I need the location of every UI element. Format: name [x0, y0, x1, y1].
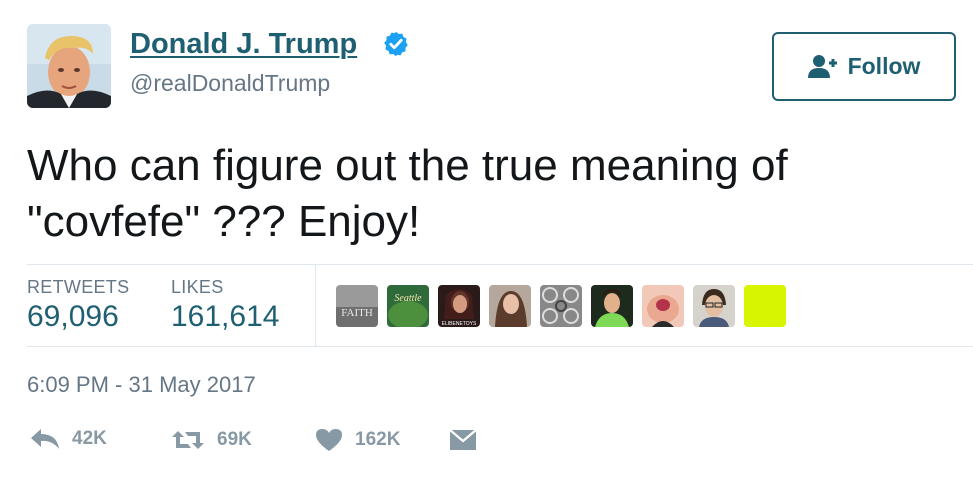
liker-avatar-8[interactable]	[693, 285, 735, 327]
reply-action[interactable]: 42K	[30, 428, 107, 450]
like-count: 162K	[355, 429, 401, 450]
profile-photo	[27, 24, 111, 108]
retweet-action[interactable]: 69K	[171, 428, 252, 452]
heart-icon	[316, 429, 342, 451]
liker-avatar-faith[interactable]: FAITH	[336, 285, 378, 327]
tweet-text: Who can figure out the true meaning of "…	[27, 141, 788, 246]
liker-avatar-pattern[interactable]	[540, 285, 582, 327]
liker-avatar-6[interactable]	[591, 285, 633, 327]
follow-button-label: Follow	[847, 53, 921, 79]
likers-list: FAITH Seattle ELIBENETOYS	[336, 285, 786, 327]
divider-top	[27, 264, 973, 265]
reply-icon	[31, 429, 59, 449]
liker-avatar-4[interactable]	[489, 285, 531, 327]
likes-count[interactable]: 161,614	[171, 300, 279, 334]
liker-avatar-7[interactable]	[642, 285, 684, 327]
display-name[interactable]: Donald J. Trump	[130, 28, 357, 61]
reply-count: 42K	[72, 428, 107, 449]
svg-text:ELIBENETOYS: ELIBENETOYS	[442, 321, 477, 327]
likes-label: LIKES	[171, 277, 224, 297]
like-action[interactable]: 162K	[315, 428, 400, 452]
liker-avatar-lime[interactable]	[744, 285, 786, 327]
retweets-count[interactable]: 69,096	[27, 300, 119, 334]
verified-badge-icon	[384, 31, 408, 57]
add-user-icon	[807, 54, 837, 78]
divider-bottom	[27, 346, 973, 347]
retweets-label: RETWEETS	[27, 277, 130, 297]
direct-message-icon	[449, 429, 477, 450]
liker-avatar-3[interactable]: ELIBENETOYS	[438, 285, 480, 327]
stats-separator	[315, 265, 316, 346]
profile-avatar[interactable]	[27, 24, 111, 108]
retweet-count: 69K	[217, 429, 252, 450]
direct-message-action[interactable]	[449, 428, 477, 452]
user-handle[interactable]: @realDonaldTrump	[130, 70, 330, 97]
follow-button[interactable]: Follow	[772, 32, 956, 101]
liker-avatar-seattle[interactable]: Seattle	[387, 285, 429, 327]
svg-text:FAITH: FAITH	[341, 307, 373, 319]
svg-text:Seattle: Seattle	[394, 293, 422, 304]
tweet-timestamp[interactable]: 6:09 PM - 31 May 2017	[27, 372, 256, 398]
retweet-icon	[172, 431, 204, 449]
